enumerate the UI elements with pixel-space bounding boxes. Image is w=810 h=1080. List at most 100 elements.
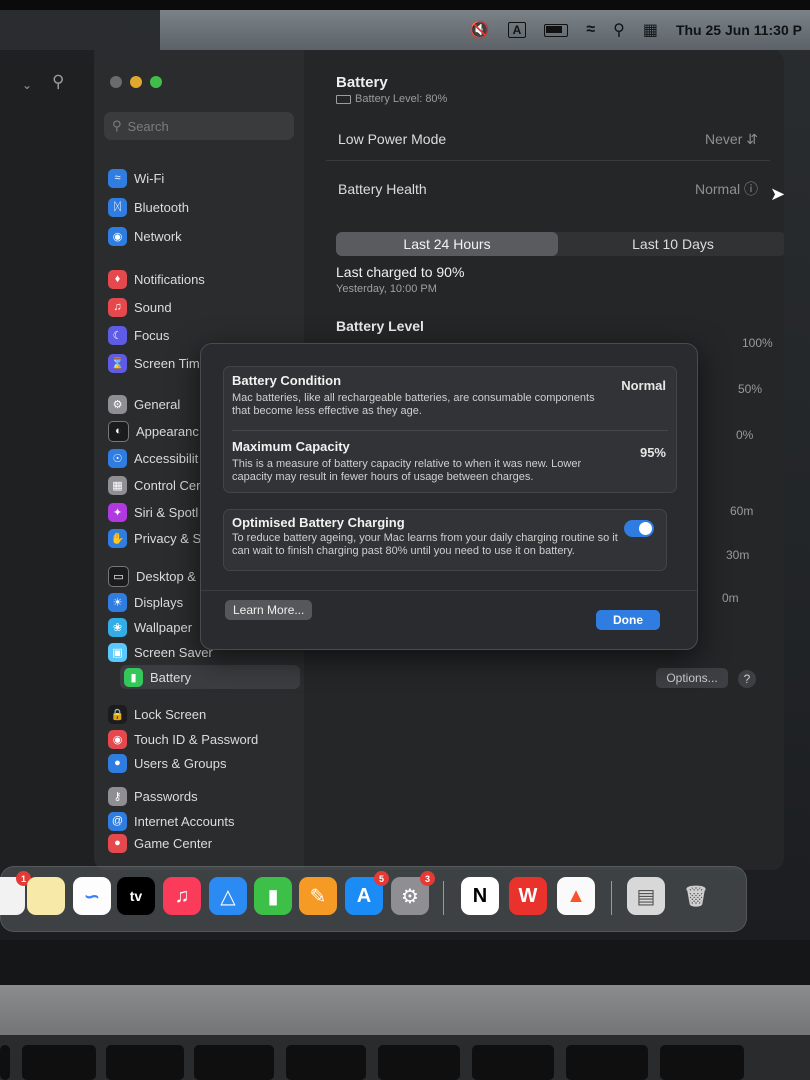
control-center-icon[interactable]: ▦ bbox=[643, 20, 658, 40]
axis-label-50: 50% bbox=[738, 382, 763, 396]
search-icon[interactable]: ⚲ bbox=[52, 72, 64, 92]
maximum-capacity-description: This is a measure of battery capacity re… bbox=[232, 458, 582, 483]
keyboard-key bbox=[286, 1045, 366, 1080]
hand-icon: ✋ bbox=[108, 528, 127, 548]
sidebar-item-label: Wallpaper bbox=[134, 619, 193, 635]
optimised-charging-description: To reduce battery ageing, your Mac learn… bbox=[232, 532, 618, 557]
sidebar-item-lock-screen[interactable]: 🔒 Lock Screen bbox=[108, 702, 206, 726]
sidebar-item-label: Internet Accounts bbox=[134, 813, 235, 829]
sun-icon: ☀ bbox=[108, 592, 127, 612]
axis-label-0m: 0m bbox=[722, 591, 739, 605]
last-charged-text: Last charged to 90% bbox=[336, 264, 465, 280]
sidebar-item-game-center[interactable]: ● Game Center bbox=[108, 831, 212, 855]
keyboard-key bbox=[660, 1045, 744, 1080]
dock-apple-tv-icon[interactable]: tv bbox=[117, 877, 155, 915]
sidebar-item-wifi[interactable]: ≈ Wi-Fi bbox=[108, 166, 164, 190]
sidebar-item-appearance[interactable]: ◐ Appearanc bbox=[108, 419, 199, 443]
low-power-mode-popup[interactable]: Never ⇵ bbox=[705, 131, 758, 148]
battery-icon: ▮ bbox=[124, 667, 143, 687]
sidebar-item-passwords[interactable]: ⚷ Passwords bbox=[108, 784, 198, 808]
moon-icon: ☾ bbox=[108, 325, 127, 345]
options-button[interactable]: Options... bbox=[656, 668, 728, 688]
sidebar-item-general[interactable]: ⚙ General bbox=[108, 392, 180, 416]
dock-freeform-icon[interactable]: ∽ bbox=[73, 877, 111, 915]
sidebar-item-label: Appearanc bbox=[136, 423, 199, 439]
dock-notion-icon[interactable]: N bbox=[461, 877, 499, 915]
search-placeholder: Search bbox=[127, 118, 169, 134]
time-range-segmented-control: Last 24 Hours Last 10 Days bbox=[336, 232, 784, 256]
dock-numbers-icon[interactable]: ▮ bbox=[254, 877, 292, 915]
tab-last-24-hours[interactable]: Last 24 Hours bbox=[336, 232, 558, 256]
sidebar-item-label: Touch ID & Password bbox=[134, 731, 259, 747]
siri-icon: ✦ bbox=[108, 502, 127, 522]
sidebar-item-focus[interactable]: ☾ Focus bbox=[108, 323, 169, 347]
dock-keynote-icon[interactable]: △ bbox=[209, 877, 247, 915]
sidebar-search-field[interactable]: ⚲ Search bbox=[104, 112, 294, 140]
sidebar-item-bluetooth[interactable]: ᛞ Bluetooth bbox=[108, 195, 189, 219]
sidebar-item-touch-id[interactable]: ◉ Touch ID & Password bbox=[108, 727, 258, 751]
sidebar-item-privacy[interactable]: ✋ Privacy & S bbox=[108, 526, 201, 550]
optimised-charging-toggle[interactable] bbox=[624, 520, 654, 537]
sidebar-item-battery[interactable]: ▮ Battery bbox=[120, 665, 300, 689]
battery-condition-title: Battery Condition bbox=[232, 373, 342, 388]
dock-wps-office-icon[interactable]: W bbox=[509, 877, 547, 915]
window-controls bbox=[110, 76, 162, 88]
sidebar-item-sound[interactable]: ♫ Sound bbox=[108, 295, 172, 319]
done-button[interactable]: Done bbox=[596, 610, 660, 630]
sidebar-item-displays[interactable]: ☀ Displays bbox=[108, 590, 183, 614]
sidebar-item-wallpaper[interactable]: ❀ Wallpaper bbox=[108, 615, 192, 639]
optimised-charging-title: Optimised Battery Charging bbox=[232, 515, 405, 530]
dock-brave-browser-icon[interactable]: ▲ bbox=[557, 877, 595, 915]
dock-downloads-stack-icon[interactable]: ▤ bbox=[627, 877, 665, 915]
spotlight-search-icon[interactable]: ⚲ bbox=[613, 20, 625, 40]
dock-music-icon[interactable]: ♫ bbox=[163, 877, 201, 915]
menu-bar-clock[interactable]: Thu 25 Jun 11:30 P bbox=[676, 22, 802, 38]
sidebar-item-label: Wi-Fi bbox=[134, 170, 165, 186]
battery-status-icon[interactable] bbox=[544, 23, 569, 37]
sidebar-item-network[interactable]: ◉ Network bbox=[108, 224, 182, 248]
dock-pages-icon[interactable]: ✎ bbox=[299, 877, 337, 915]
divider bbox=[326, 160, 770, 161]
minimize-window-button[interactable] bbox=[130, 76, 142, 88]
battery-health-value[interactable]: Normal ⓘ bbox=[695, 179, 758, 199]
tab-last-10-days[interactable]: Last 10 Days bbox=[560, 232, 784, 256]
sidebar-item-label: General bbox=[134, 396, 181, 412]
sidebar-item-users-groups[interactable]: ● Users & Groups bbox=[108, 751, 226, 775]
close-window-button[interactable] bbox=[110, 76, 122, 88]
divider bbox=[232, 430, 668, 431]
sidebar-item-accessibility[interactable]: ☉ Accessibilit bbox=[108, 446, 198, 470]
search-icon: ⚲ bbox=[112, 118, 122, 133]
sidebar-item-internet-accounts[interactable]: @ Internet Accounts bbox=[108, 809, 234, 833]
wallpaper-icon: ❀ bbox=[108, 617, 127, 637]
sidebar-item-siri[interactable]: ✦ Siri & Spotl bbox=[108, 500, 198, 524]
page-title: Battery bbox=[336, 74, 388, 91]
input-source-icon[interactable]: A bbox=[507, 22, 527, 38]
sidebar-item-label: Passwords bbox=[134, 788, 198, 804]
battery-level-text: Battery Level: 80% bbox=[355, 93, 448, 105]
fingerprint-icon: ◉ bbox=[108, 729, 127, 749]
dock-system-settings-icon[interactable]: ⚙ 3 bbox=[391, 871, 435, 915]
mute-icon[interactable]: 🔇 bbox=[470, 20, 490, 40]
axis-label-60m: 60m bbox=[730, 504, 754, 518]
chevron-down-icon[interactable]: ⌄ bbox=[22, 78, 32, 92]
wifi-status-icon[interactable]: ≈ bbox=[586, 21, 595, 39]
sidebar-item-screen-saver[interactable]: ▣ Screen Saver bbox=[108, 640, 213, 664]
accessibility-icon: ☉ bbox=[108, 448, 127, 468]
zoom-window-button[interactable] bbox=[150, 76, 162, 88]
dock-trash-icon[interactable]: 🗑 bbox=[677, 877, 715, 915]
help-button[interactable]: ? bbox=[738, 670, 756, 688]
mouse-pointer-icon: ➤ bbox=[770, 184, 784, 204]
keyboard-key bbox=[0, 1045, 10, 1080]
sidebar-item-control-centre[interactable]: ▦ Control Cer bbox=[108, 473, 200, 497]
sidebar-item-label: Accessibilit bbox=[134, 450, 199, 466]
sidebar-item-label: Battery bbox=[150, 669, 192, 685]
sidebar-item-desktop-dock[interactable]: ▭ Desktop & bbox=[108, 564, 196, 588]
dock-notes-icon[interactable] bbox=[27, 877, 65, 915]
dock-separator bbox=[443, 881, 444, 915]
sidebar-item-notifications[interactable]: ♦ Notifications bbox=[108, 267, 205, 291]
learn-more-button[interactable]: Learn More... bbox=[225, 600, 313, 620]
dock-app-store-icon[interactable]: A5 bbox=[345, 871, 389, 915]
sidebar-item-label: Network bbox=[134, 228, 182, 244]
dock-app-mail-icon[interactable]: 1 bbox=[0, 871, 31, 915]
sidebar-item-screen-time[interactable]: ⌛ Screen Tim bbox=[108, 351, 200, 375]
